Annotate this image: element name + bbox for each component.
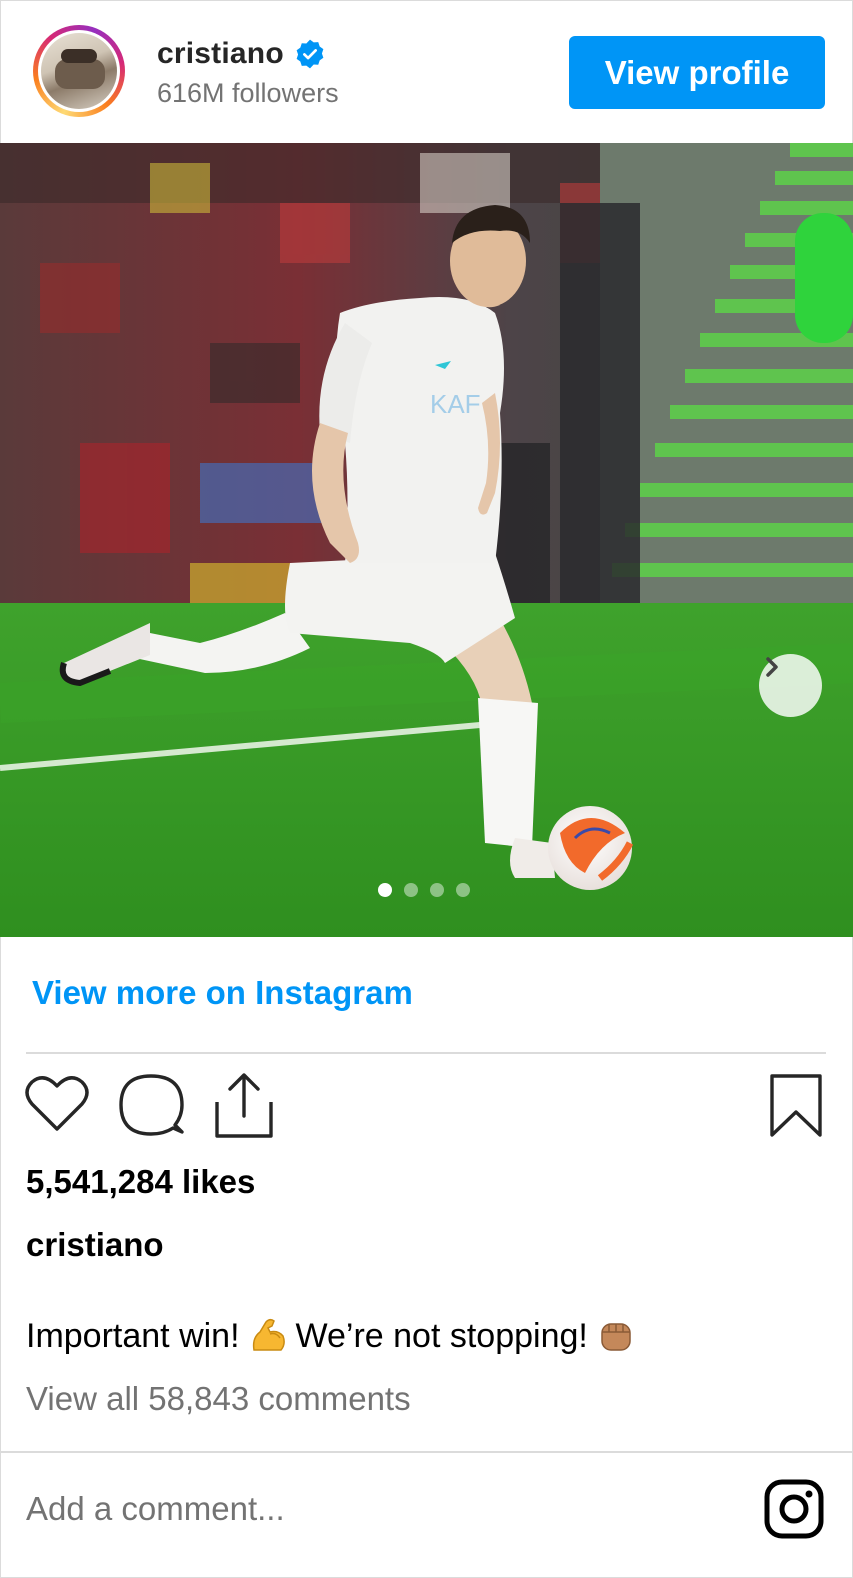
avatar[interactable] bbox=[33, 25, 125, 117]
caption-text-part2: We’re not stopping! bbox=[295, 1316, 588, 1355]
carousel-dot bbox=[378, 883, 392, 897]
divider bbox=[0, 1451, 853, 1453]
carousel-dot bbox=[430, 883, 444, 897]
post-header: cristiano 616M followers View profile bbox=[0, 0, 853, 143]
svg-text:KAF: KAF bbox=[430, 389, 481, 419]
post-photo: KAF bbox=[0, 143, 853, 937]
flexed-biceps-emoji-icon bbox=[252, 1318, 285, 1351]
add-comment-input[interactable] bbox=[26, 1480, 726, 1538]
bookmark-icon[interactable] bbox=[768, 1072, 824, 1140]
view-more-link[interactable]: View more on Instagram bbox=[32, 974, 413, 1012]
verified-badge-icon bbox=[296, 39, 324, 69]
followers-count: 616M followers bbox=[157, 78, 339, 108]
carousel-dot bbox=[404, 883, 418, 897]
oncoming-fist-emoji-icon bbox=[601, 1323, 631, 1351]
view-profile-button[interactable]: View profile bbox=[569, 36, 825, 109]
action-bar bbox=[0, 1072, 853, 1142]
username-row: cristiano bbox=[157, 34, 326, 74]
post-image[interactable]: KAF bbox=[0, 143, 853, 937]
username[interactable]: cristiano bbox=[157, 37, 284, 71]
divider bbox=[26, 1052, 826, 1054]
share-icon[interactable] bbox=[214, 1072, 274, 1140]
caption-username[interactable]: cristiano bbox=[26, 1226, 164, 1264]
likes-count[interactable]: 5,541,284 likes bbox=[26, 1163, 255, 1201]
caption-text-part1: Important win! bbox=[26, 1316, 240, 1355]
view-all-comments-link[interactable]: View all 58,843 comments bbox=[26, 1380, 411, 1418]
post-caption: Important win! We’re not stopping! bbox=[26, 1316, 644, 1356]
comment-icon[interactable] bbox=[118, 1072, 184, 1138]
carousel-indicator bbox=[378, 883, 470, 897]
heart-icon[interactable] bbox=[24, 1072, 90, 1134]
chevron-right-icon bbox=[766, 657, 778, 677]
instagram-logo-icon[interactable] bbox=[764, 1479, 824, 1539]
next-slide-button[interactable] bbox=[759, 654, 822, 717]
carousel-dot bbox=[456, 883, 470, 897]
